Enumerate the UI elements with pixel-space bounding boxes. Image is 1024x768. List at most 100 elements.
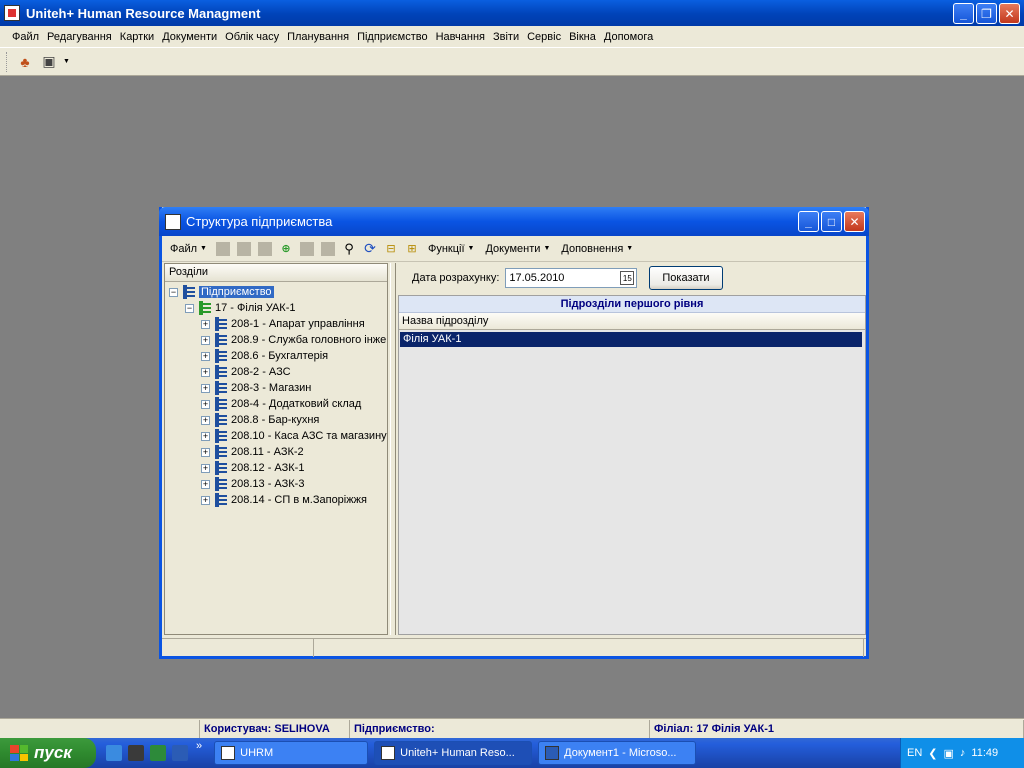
menu-edit[interactable]: Редагування — [43, 31, 116, 43]
menu-planning[interactable]: Планування — [283, 31, 353, 43]
menu-training[interactable]: Навчання — [432, 31, 489, 43]
word-icon[interactable] — [172, 745, 188, 761]
sections-pane: Розділи − Підприємство − 17 - Філія УАК-… — [164, 263, 388, 635]
column-header-name[interactable]: Назва підрозділу — [399, 313, 865, 330]
disabled-doc-icon[interactable] — [256, 240, 274, 258]
task-word[interactable]: Документ1 - Microso... — [538, 741, 697, 765]
calculation-date-input[interactable]: 17.05.2010 15 — [505, 268, 638, 288]
tree-item[interactable]: +208-4 - Додатковий склад — [165, 396, 387, 412]
tree-item[interactable]: +208.11 - АЗК-2 — [165, 444, 387, 460]
restore-button[interactable]: ❐ — [976, 3, 997, 24]
users-icon[interactable]: ♣ — [15, 52, 35, 72]
tree-item-label: 208-1 - Апарат управління — [231, 318, 365, 330]
child-minimize-button[interactable]: _ — [798, 211, 819, 232]
language-indicator[interactable]: EN — [907, 747, 922, 759]
file-menu-button[interactable]: Файл ▼ — [166, 239, 211, 259]
main-toolbar: ♣ ▣ ▼ — [0, 48, 1024, 76]
expand-toggle-icon[interactable]: + — [201, 335, 210, 345]
add-node-icon[interactable]: ⊕ — [277, 240, 295, 258]
refresh-icon[interactable]: ⟳ — [361, 240, 379, 258]
card-icon[interactable]: ▣ — [39, 52, 59, 72]
expand-toggle-icon[interactable]: + — [201, 319, 210, 329]
tree-item[interactable]: +208.14 - СП в м.Запоріжжя — [165, 492, 387, 508]
chevron-down-icon: ▼ — [626, 245, 634, 252]
structure-window-title-bar[interactable]: Структура підприємства _ □ ✕ — [159, 207, 869, 236]
expand-toggle-icon[interactable]: + — [201, 495, 210, 505]
expand-toggle-icon[interactable]: + — [201, 431, 210, 441]
tree-item-label: 208.6 - Бухгалтерія — [231, 350, 329, 362]
menu-windows[interactable]: Вікна — [565, 31, 600, 43]
clock[interactable]: 11:49 — [971, 747, 998, 759]
org-structure-icon — [214, 413, 228, 427]
network-icon[interactable]: ▣ — [944, 747, 954, 760]
window-status-bar — [162, 638, 866, 657]
child-close-button[interactable]: ✕ — [844, 211, 865, 232]
documents-menu-button[interactable]: Документи ▼ — [481, 239, 554, 259]
collapse-toggle-icon[interactable]: − — [185, 303, 194, 313]
calendar-icon[interactable]: 15 — [620, 271, 635, 285]
collapse-toggle-icon[interactable]: − — [169, 287, 178, 297]
expand-toggle-icon[interactable]: + — [201, 463, 210, 473]
expand-icon[interactable]: ⊞ — [403, 240, 421, 258]
disabled-doc-icon[interactable] — [235, 240, 253, 258]
tree-item[interactable]: +208-3 - Магазин — [165, 380, 387, 396]
tree-branch[interactable]: − 17 - Філія УАК-1 — [165, 300, 387, 316]
ie-icon[interactable] — [106, 745, 122, 761]
disabled-doc-icon[interactable] — [214, 240, 232, 258]
status-company: Підприємство: — [350, 719, 650, 738]
date-value: 17.05.2010 — [509, 272, 565, 284]
status-cell — [162, 639, 314, 657]
disabled-delete-icon[interactable] — [319, 240, 337, 258]
start-button[interactable]: пуск — [0, 738, 96, 768]
tree-root[interactable]: − Підприємство — [165, 284, 387, 300]
expand-toggle-icon[interactable]: + — [201, 447, 210, 457]
toolbar-grip[interactable] — [6, 51, 9, 72]
toolbar-overflow-icon[interactable]: ▼ — [63, 58, 70, 65]
task-label: Uniteh+ Human Reso... — [400, 747, 515, 759]
org-structure-icon — [214, 333, 228, 347]
show-button[interactable]: Показати — [649, 266, 723, 290]
task-uniteh[interactable]: Uniteh+ Human Reso... — [374, 741, 533, 765]
quick-launch-overflow[interactable]: » — [196, 740, 202, 752]
tree-item-label: 208-4 - Додатковий склад — [231, 398, 362, 410]
tree-item[interactable]: +208-2 - АЗС — [165, 364, 387, 380]
functions-menu-button[interactable]: Функції ▼ — [424, 239, 479, 259]
minimize-button[interactable]: _ — [953, 3, 974, 24]
tree-item[interactable]: +208-1 - Апарат управління — [165, 316, 387, 332]
menu-reports[interactable]: Звіти — [489, 31, 523, 43]
expand-toggle-icon[interactable]: + — [201, 399, 210, 409]
expand-toggle-icon[interactable]: + — [201, 351, 210, 361]
tray-expand-icon[interactable]: ❮ — [928, 747, 937, 760]
menu-enterprise[interactable]: Підприємство — [353, 31, 432, 43]
tree-item[interactable]: +208.13 - АЗК-3 — [165, 476, 387, 492]
tree-item[interactable]: +208.10 - Каса АЗС та магазину — [165, 428, 387, 444]
close-button[interactable]: ✕ — [999, 3, 1020, 24]
menu-service[interactable]: Сервіс — [523, 31, 565, 43]
app-title-bar[interactable]: Uniteh+ Human Resource Managment _ ❐ ✕ — [0, 0, 1024, 26]
collapse-icon[interactable]: ⊟ — [382, 240, 400, 258]
menu-help[interactable]: Допомога — [600, 31, 657, 43]
table-row[interactable]: Філія УАК-1 — [400, 332, 862, 347]
additions-menu-button[interactable]: Доповнення ▼ — [557, 239, 637, 259]
menu-documents[interactable]: Документи — [158, 31, 221, 43]
task-uhrm[interactable]: UHRM — [214, 741, 369, 765]
menu-cards[interactable]: Картки — [116, 31, 158, 43]
tree-item[interactable]: +208.6 - Бухгалтерія — [165, 348, 387, 364]
excel-icon[interactable] — [150, 745, 166, 761]
expand-toggle-icon[interactable]: + — [201, 415, 210, 425]
menu-file[interactable]: Файл — [8, 31, 43, 43]
tree-item[interactable]: +208.9 - Служба головного інже — [165, 332, 387, 348]
tree-item[interactable]: +208.12 - АЗК-1 — [165, 460, 387, 476]
binoculars-icon[interactable]: ⚲ — [340, 240, 358, 258]
structure-tree[interactable]: − Підприємство − 17 - Філія УАК-1 +208-1… — [165, 282, 387, 508]
child-maximize-button[interactable]: □ — [821, 211, 842, 232]
menu-time-tracking[interactable]: Облік часу — [221, 31, 283, 43]
expand-toggle-icon[interactable]: + — [201, 479, 210, 489]
pane-splitter[interactable] — [390, 263, 396, 635]
expand-toggle-icon[interactable]: + — [201, 367, 210, 377]
expand-toggle-icon[interactable]: + — [201, 383, 210, 393]
volume-icon[interactable]: ♪ — [960, 747, 966, 759]
disabled-move-icon[interactable] — [298, 240, 316, 258]
app-shortcut-icon[interactable] — [128, 745, 144, 761]
tree-item[interactable]: +208.8 - Бар-кухня — [165, 412, 387, 428]
